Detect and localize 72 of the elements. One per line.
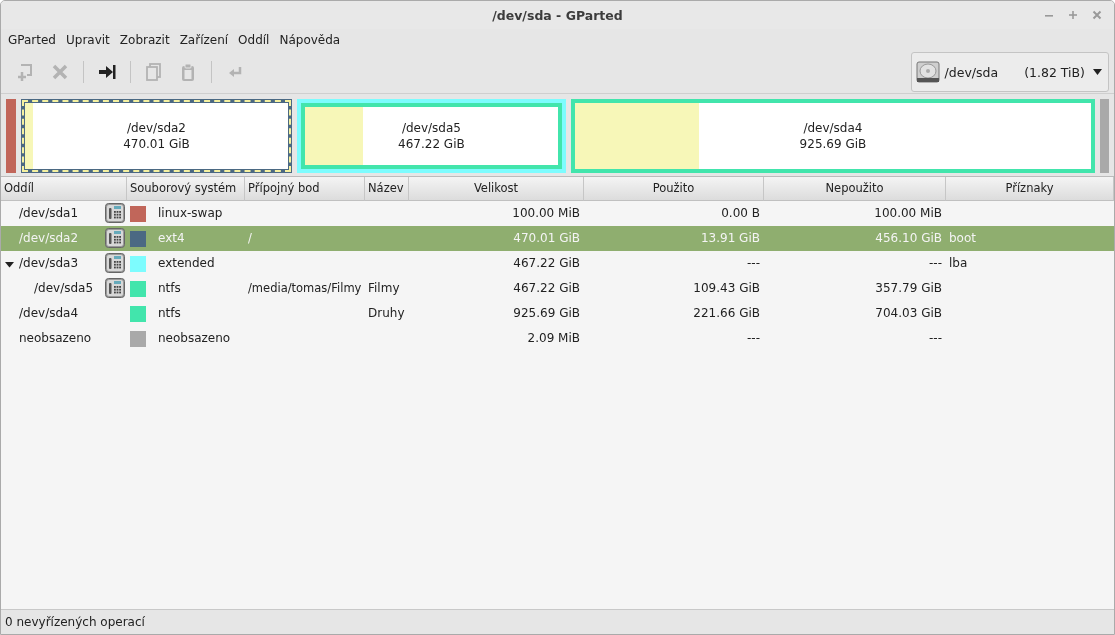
filesystem-cell-text: ntfs (158, 305, 181, 322)
used-cell-text: 13.91 GiB (700, 230, 760, 247)
close-icon (1092, 10, 1102, 20)
size-cell-text: 2.09 MiB (527, 330, 580, 347)
table-row[interactable]: /dev/sda3 extended 467.22 GiB --- --- lba (1, 251, 1114, 276)
partition-size: 470.01 GiB (123, 137, 190, 151)
size-cell-text: 470.01 GiB (513, 230, 580, 247)
partition-name: /dev/sda5 (401, 121, 461, 135)
partition-name: /dev/sda2 (126, 121, 186, 135)
menu-item[interactable]: Nápověda (274, 33, 346, 47)
used-cell-text: --- (747, 255, 760, 272)
partition-name: /dev/sda4 (803, 121, 863, 135)
menu-item[interactable]: Zařízení (174, 33, 234, 47)
label-cell-text: Filmy (368, 280, 400, 297)
unused-cell-text: --- (929, 330, 942, 347)
table-row[interactable]: /dev/sda1 linux-swap 100.00 MiB 0.00 B 100.00 MiB (1, 201, 1114, 226)
filesystem-cell-text: linux-swap (158, 205, 223, 222)
column-header[interactable]: Použito (584, 177, 764, 201)
menu-item[interactable]: GParted (3, 33, 61, 47)
menu-item[interactable]: Oddíl (233, 33, 275, 47)
column-header[interactable]: Oddíl (1, 177, 127, 201)
column-header[interactable]: Nepoužito (764, 177, 946, 201)
table-row[interactable]: neobsazeno neobsazeno 2.09 MiB --- --- (1, 326, 1114, 351)
size-cell-text: 925.69 GiB (513, 305, 580, 322)
used-cell-text: --- (747, 330, 760, 347)
unused-cell-text: 456.10 GiB (875, 230, 942, 247)
filesystem-cell-text: ext4 (158, 230, 185, 247)
column-header[interactable]: Název (365, 177, 409, 201)
arrow-to-bar-icon[interactable] (97, 62, 117, 82)
partition-size: 925.69 GiB (799, 137, 867, 151)
window-title: /dev/sda - GParted (492, 7, 623, 23)
unused-cell-text: 100.00 MiB (874, 205, 942, 222)
column-header[interactable]: Přípojný bod (245, 177, 365, 201)
mount-point-cell-text: / (248, 230, 252, 247)
partition-cell-text: /dev/sda1 (19, 205, 79, 222)
partition-cell-text: /dev/sda2 (19, 230, 79, 247)
filesystem-cell-text: ntfs (158, 280, 181, 297)
status-text: 0 nevyřízených operací (5, 615, 145, 629)
partition-cell-text: /dev/sda3 (19, 255, 79, 272)
mount-point-cell-text: /media/tomas/Filmy (248, 280, 362, 297)
filesystem-cell-text: neobsazeno (158, 330, 231, 347)
device-name: /dev/sda (944, 64, 999, 80)
size-cell-text: 467.22 GiB (513, 280, 580, 297)
device-selector[interactable]: /dev/sda (1.82 TiB) (910, 52, 1109, 92)
used-cell-text: 221.66 GiB (693, 305, 760, 322)
used-cell-text: 109.43 GiB (693, 280, 760, 297)
partition-cell-text: /dev/sda5 (34, 280, 94, 297)
column-header[interactable]: Souborový systém (127, 177, 245, 201)
hard-drive-icon (914, 59, 941, 85)
unused-cell-text: 704.03 GiB (875, 305, 942, 322)
expanded-arrow-icon[interactable] (5, 260, 14, 269)
label-cell-text: Druhy (368, 305, 405, 322)
partition-cell-text: neobsazeno (19, 330, 92, 347)
column-header[interactable]: Velikost (409, 177, 584, 201)
menu-item[interactable]: Upravit (61, 33, 115, 47)
used-cell-text: 0.00 B (721, 205, 760, 222)
device-size: (1.82 TiB) (1024, 64, 1085, 80)
unused-cell-text: 357.79 GiB (875, 280, 942, 297)
table-row[interactable]: /dev/sda5 ntfs /media/tomas/Filmy Filmy 467.22 GiB 109.43 GiB 357.79 GiB (1, 276, 1114, 301)
size-cell-text: 467.22 GiB (513, 255, 580, 272)
menu-item[interactable]: Zobrazit (114, 33, 175, 47)
column-header[interactable]: Příznaky (946, 177, 1114, 201)
partition-cell-text: /dev/sda4 (19, 305, 79, 322)
maximize-icon (1068, 10, 1078, 20)
dropdown-caret-icon (1093, 69, 1102, 75)
flags-cell-text: lba (949, 255, 968, 272)
table-row[interactable]: /dev/sda4 ntfs Druhy 925.69 GiB 221.66 GiB 704.03 GiB (1, 301, 1114, 326)
unused-cell-text: --- (929, 255, 942, 272)
flags-cell-text: boot (949, 230, 976, 247)
size-cell-text: 100.00 MiB (512, 205, 580, 222)
partition-size: 467.22 GiB (398, 137, 465, 151)
filesystem-cell-text: extended (158, 255, 215, 272)
